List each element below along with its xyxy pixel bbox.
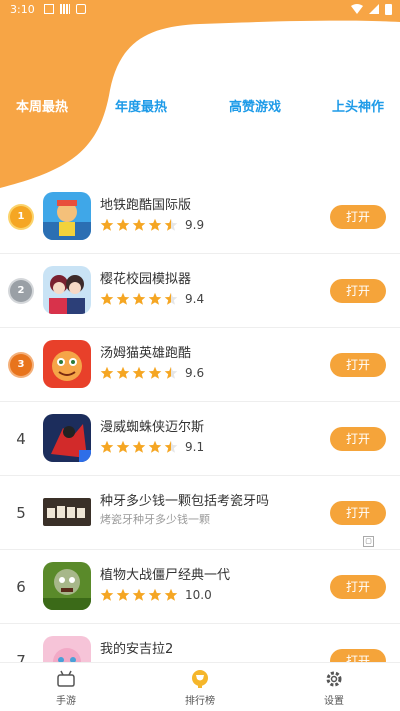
rating-score: 10.0 (185, 588, 212, 602)
rating-stars: 10.0 (100, 588, 212, 602)
app-name: 植物大战僵尸经典一代 (100, 568, 231, 583)
ad-image (43, 498, 91, 526)
app-icon (43, 562, 91, 610)
nav-settings[interactable]: 设置 (294, 669, 374, 707)
silver-medal-icon: 2 (10, 280, 32, 302)
star-icon (100, 218, 114, 231)
app-name: 汤姆猫英雄跑酷 (100, 346, 192, 361)
status-bar: 3:10 (0, 0, 400, 20)
star-icon (164, 218, 178, 231)
star-icon (148, 440, 162, 453)
tab-weekly-hot[interactable]: 本周最热 (16, 96, 68, 115)
list-item[interactable]: 3 汤姆猫英雄跑酷 9.6 打开 (0, 328, 400, 402)
rank-medal: 2 (6, 278, 36, 304)
nav-label: 手游 (56, 696, 76, 707)
nav-label: 设置 (324, 696, 344, 707)
app-icon (43, 192, 91, 240)
star-icon (100, 588, 114, 601)
open-button[interactable]: 打开 (330, 353, 386, 377)
rating-score: 9.9 (185, 218, 205, 232)
star-icon (132, 440, 146, 453)
gear-icon (324, 669, 344, 689)
ranking-list: 1 地铁跑酷国际版 9.9 打开 2 樱花校园模拟器 9.4 打开 3 汤姆猫英… (0, 180, 400, 698)
list-item[interactable]: 6 植物大战僵尸经典一代 10.0 打开 (0, 550, 400, 624)
gold-medal-icon: 1 (10, 206, 32, 228)
rating-score: 9.1 (185, 440, 205, 454)
app-name: 我的安吉拉2 (100, 642, 174, 657)
nav-games[interactable]: 手游 (26, 669, 106, 707)
star-icon (164, 366, 178, 379)
ad-subtitle: 烤瓷牙种牙多少钱一颗 (100, 513, 210, 526)
star-icon (100, 292, 114, 305)
star-icon (132, 366, 146, 379)
notification-box-icon (44, 4, 54, 14)
star-icon (148, 366, 162, 379)
rating-stars: 9.9 (100, 218, 204, 232)
open-button[interactable]: 打开 (330, 205, 386, 229)
trophy-icon (190, 669, 210, 689)
header-background (0, 0, 400, 188)
star-icon (148, 588, 162, 601)
rank-medal: 1 (6, 204, 36, 230)
app-icon (43, 414, 91, 462)
star-icon (164, 440, 178, 453)
ad-indicator-icon[interactable]: ▢ (363, 536, 374, 547)
rank-number: 6 (16, 578, 26, 596)
star-icon (116, 218, 130, 231)
list-item[interactable]: 2 樱花校园模拟器 9.4 打开 (0, 254, 400, 328)
app-name: 漫威蜘蛛侠迈尔斯 (100, 420, 205, 435)
header (0, 0, 400, 190)
game-icon (56, 669, 76, 689)
rank-medal: 3 (6, 352, 36, 378)
star-icon (148, 292, 162, 305)
app-icon (43, 340, 91, 388)
open-button[interactable]: 打开 (330, 427, 386, 451)
system-icons (351, 3, 392, 15)
rating-score: 9.4 (185, 292, 205, 306)
star-icon (132, 292, 146, 305)
rating-stars: 9.6 (100, 366, 204, 380)
star-icon (116, 440, 130, 453)
app-icon (43, 266, 91, 314)
rating-stars: 9.4 (100, 292, 204, 306)
tab-top-liked[interactable]: 高赞游戏 (229, 96, 281, 115)
app-name: 樱花校园模拟器 (100, 272, 192, 287)
list-item[interactable]: 1 地铁跑酷国际版 9.9 打开 (0, 180, 400, 254)
tab-addictive[interactable]: 上头神作 (332, 96, 384, 115)
star-icon (116, 588, 130, 601)
open-button[interactable]: 打开 (330, 575, 386, 599)
nav-ranking[interactable]: 排行榜 (160, 669, 240, 707)
bottom-nav: 手游 排行榜 设置 (0, 662, 400, 711)
star-icon (116, 366, 130, 379)
notification-icons (44, 4, 86, 14)
a-app-icon (76, 4, 86, 14)
open-button[interactable]: 打开 (330, 279, 386, 303)
grid-app-icon (60, 4, 70, 14)
rating-stars: 9.1 (100, 440, 204, 454)
open-button[interactable]: 打开 (330, 501, 386, 525)
star-icon (116, 292, 130, 305)
status-time: 3:10 (10, 3, 35, 16)
rating-score: 9.6 (185, 366, 205, 380)
star-icon (148, 218, 162, 231)
star-icon (100, 440, 114, 453)
star-icon (164, 292, 178, 305)
star-icon (132, 588, 146, 601)
rank-tabs: 本周最热 年度最热 高赞游戏 上头神作 (0, 96, 400, 118)
app-name: 地铁跑酷国际版 (100, 198, 192, 213)
wifi-icon (351, 4, 363, 14)
battery-icon (385, 4, 392, 15)
list-item[interactable]: 5 种牙多少钱一颗包括考瓷牙吗 烤瓷牙种牙多少钱一颗 打开 ▢ (0, 476, 400, 550)
tab-yearly-hot[interactable]: 年度最热 (115, 96, 167, 115)
signal-icon (369, 4, 379, 14)
bronze-medal-icon: 3 (10, 354, 32, 376)
star-icon (100, 366, 114, 379)
nav-label: 排行榜 (185, 696, 215, 707)
list-item[interactable]: 4 漫威蜘蛛侠迈尔斯 9.1 打开 (0, 402, 400, 476)
star-icon (164, 588, 178, 601)
rank-number: 5 (16, 504, 26, 522)
rank-number: 4 (16, 430, 26, 448)
star-icon (132, 218, 146, 231)
ad-title: 种牙多少钱一颗包括考瓷牙吗 (100, 494, 270, 509)
